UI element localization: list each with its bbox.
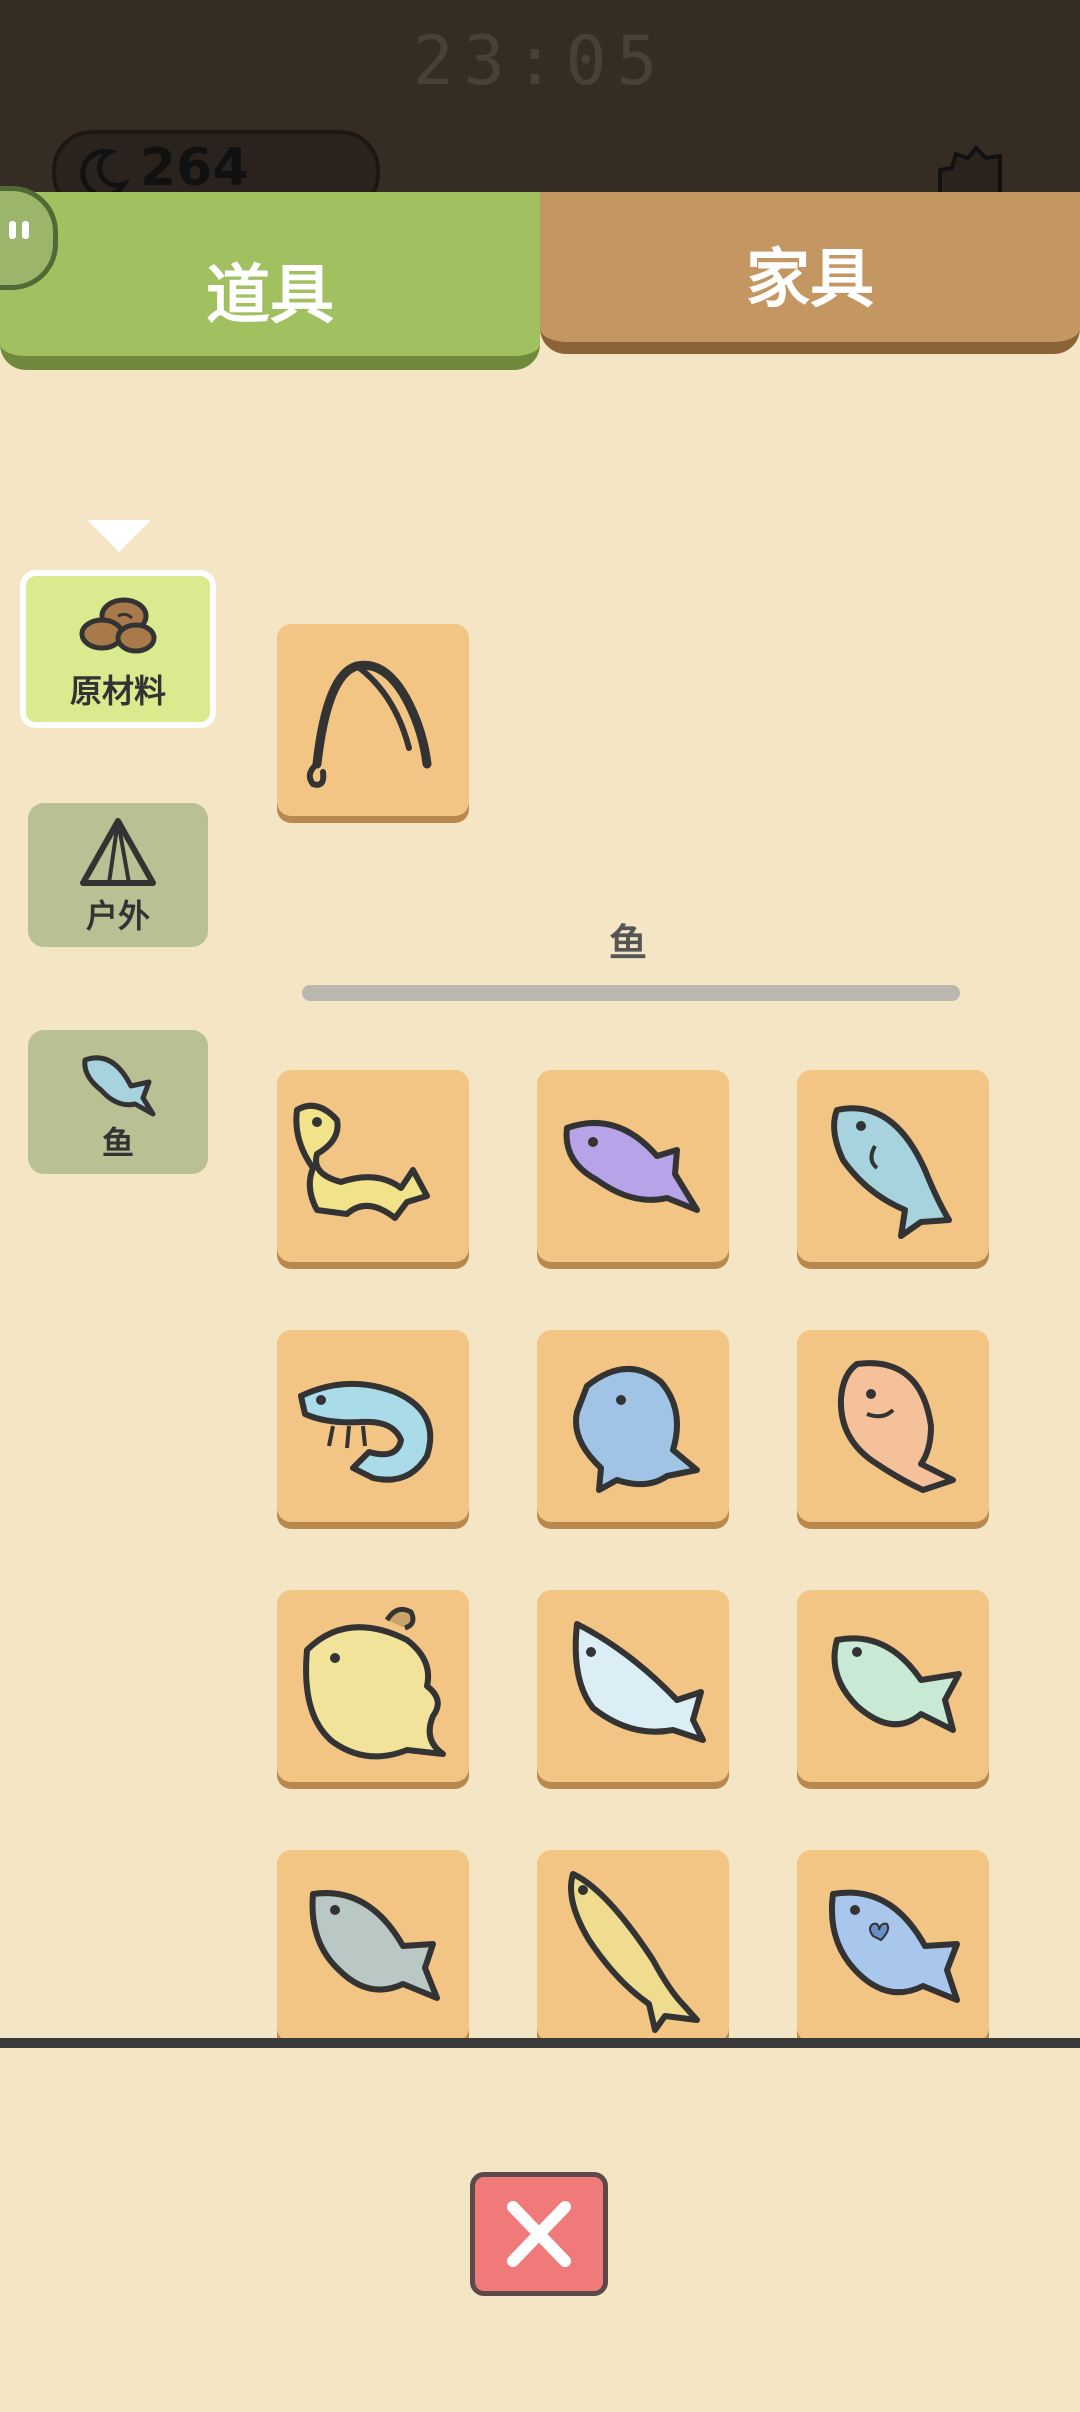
section-title-fish: 鱼 [608, 921, 647, 965]
section-divider [302, 985, 960, 1001]
tab-items-label: 道具 [206, 259, 334, 333]
item-slot-white-fish[interactable] [537, 1590, 729, 1782]
item-slot-gray-fish[interactable] [277, 1850, 469, 2038]
close-button[interactable] [470, 2172, 608, 2296]
gear-icon[interactable] [930, 140, 1010, 200]
item-slot-green-fish[interactable] [797, 1590, 989, 1782]
item-slot-blue-heart-fish[interactable] [797, 1850, 989, 2038]
item-list: 户外 鱼 [0, 600, 1080, 2038]
currency-count: 264 [140, 138, 249, 198]
yellow-long-fish-icon [568, 1871, 700, 2033]
peach-fish-icon [837, 1360, 956, 1493]
item-list-viewport[interactable]: 户外 鱼 [0, 600, 1080, 2038]
item-slot-yellow-long-fish[interactable] [537, 1850, 729, 2038]
blue-fish-icon [831, 1105, 952, 1239]
shrimp-icon [298, 1381, 434, 1483]
white-fish-icon [572, 1621, 706, 1743]
item-slot-blue-fish[interactable] [797, 1070, 989, 1262]
yellow-eel-icon [293, 1102, 430, 1221]
item-slot-pufferfish[interactable] [537, 1330, 729, 1522]
blue-heart-fish-icon [828, 1889, 960, 2003]
close-icon [507, 2201, 571, 2267]
item-slot-peach-fish[interactable] [797, 1330, 989, 1522]
tab-items[interactable]: 道具 [0, 192, 540, 370]
clock: 23:05 [412, 22, 668, 101]
item-slot-yellow-eel[interactable] [277, 1070, 469, 1262]
purple-fish-icon [563, 1119, 700, 1213]
green-fish-icon [831, 1635, 962, 1733]
bottom-divider [0, 2038, 1080, 2048]
gray-fish-icon [309, 1890, 440, 2001]
item-slot-shrimp[interactable] [277, 1330, 469, 1522]
top-bar: 23:05 264 [0, 0, 1080, 214]
item-slot-fishing-rod[interactable] [277, 624, 469, 816]
item-slot-purple-fish[interactable] [537, 1070, 729, 1262]
fishing-rod-icon [306, 660, 432, 788]
item-slot-yellow-round-fish[interactable] [277, 1590, 469, 1782]
tab-furniture-label: 家具 [746, 243, 874, 317]
pufferfish-icon [573, 1366, 700, 1493]
tab-furniture[interactable]: 家具 [540, 192, 1080, 354]
yellow-round-fish-icon [303, 1606, 446, 1760]
selection-pointer [87, 520, 151, 552]
